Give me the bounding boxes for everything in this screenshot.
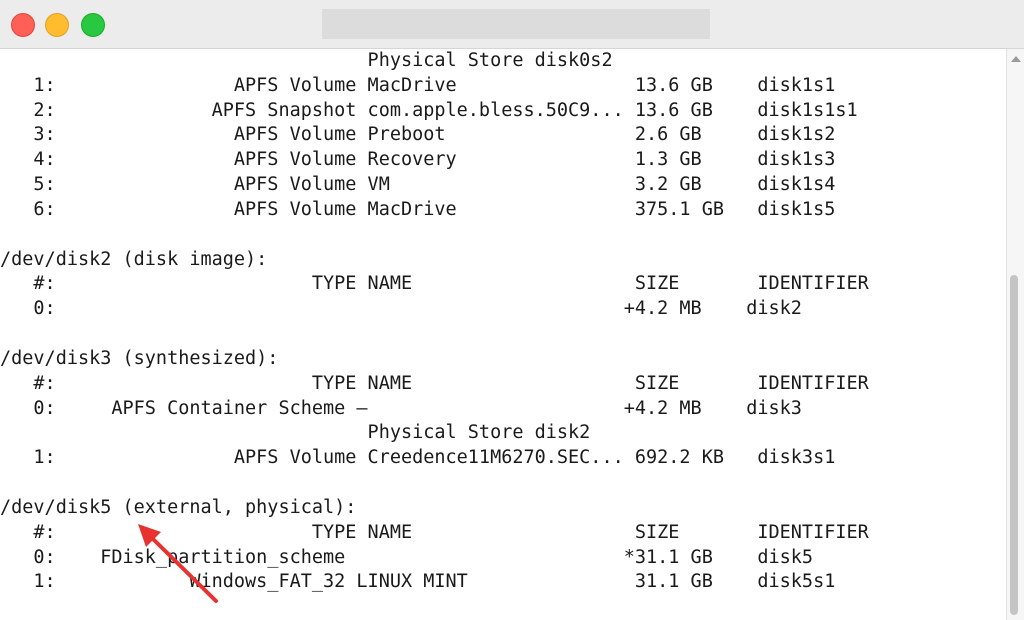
terminal-line: 1: APFS Volume MacDrive 13.6 GB disk1s1 [0,74,836,96]
terminal-line: #: TYPE NAME SIZE IDENTIFIER [0,273,869,295]
terminal-line: 0: +4.2 MB disk2 [0,298,802,320]
terminal-line: 0: FDisk_partition_scheme *31.1 GB disk5 [0,546,814,568]
terminal-line: /dev/disk5 (external, physical): [0,496,357,518]
terminal-line: 1: Windows_FAT_32 LINUX MINT 31.1 GB dis… [0,571,836,593]
terminal-line: #: TYPE NAME SIZE IDENTIFIER [0,372,869,394]
terminal-line: 5: APFS Volume VM 3.2 GB disk1s4 [0,174,836,196]
terminal-line: /dev/disk2 (disk image): [0,248,268,270]
terminal-line: 0: APFS Container Scheme – +4.2 MB disk3 [0,397,802,419]
zoom-window-button[interactable] [81,13,105,37]
window-title-redacted [322,9,710,39]
terminal-line: Physical Store disk2 [0,422,591,444]
scrollbar-thumb[interactable] [1010,275,1018,615]
window-titlebar [0,0,1024,49]
terminal-line: Physical Store disk0s2 [0,50,613,71]
scroll-up-arrow-icon[interactable] [1011,56,1021,62]
terminal-line: 6: APFS Volume MacDrive 375.1 GB disk1s5 [0,198,836,220]
minimize-window-button[interactable] [45,13,69,37]
terminal-line: 4: APFS Volume Recovery 1.3 GB disk1s3 [0,149,836,171]
terminal-line: 1: APFS Volume Creedence11M6270.SEC... 6… [0,447,836,469]
terminal-line: /dev/disk3 (synthesized): [0,347,279,369]
terminal-output[interactable]: Physical Store disk0s2 1: APFS Volume Ma… [0,49,1006,620]
terminal-line: 3: APFS Volume Preboot 2.6 GB disk1s2 [0,124,836,146]
close-window-button[interactable] [11,13,35,37]
terminal-line: 2: APFS Snapshot com.apple.bless.50C9...… [0,99,858,121]
terminal-line: #: TYPE NAME SIZE IDENTIFIER [0,521,869,543]
